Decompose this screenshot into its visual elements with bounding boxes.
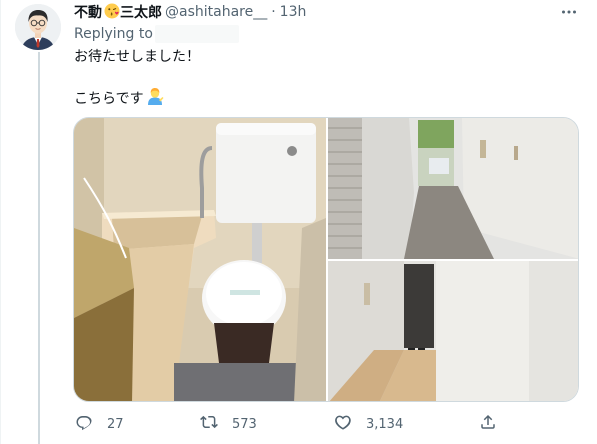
media-image-hallway[interactable]	[328, 261, 579, 402]
avatar[interactable]	[15, 4, 61, 50]
replying-to: Replying to	[74, 24, 239, 44]
display-name-suffix[interactable]: 三太郎	[120, 5, 162, 21]
share-icon[interactable]	[479, 413, 497, 435]
display-name[interactable]: 不動 三太郎	[74, 2, 162, 22]
timestamp[interactable]: 13h	[280, 4, 307, 20]
more-icon[interactable]	[561, 4, 577, 20]
like-count: 3,134	[366, 416, 404, 432]
replying-label: Replying to	[74, 26, 153, 42]
handle[interactable]: @ashitahare__	[165, 4, 267, 20]
like-icon[interactable]	[334, 413, 352, 435]
column-border	[0, 0, 1, 444]
tweet-text: お待たせしました！ こちらです	[74, 47, 200, 111]
media-image-corridor[interactable]	[328, 118, 579, 259]
reply-button[interactable]: 27	[75, 412, 124, 436]
retweet-count: 573	[232, 416, 257, 432]
like-button[interactable]: 3,134	[334, 412, 403, 436]
kissing-face-emoji-icon	[104, 3, 120, 21]
separator-dot: ·	[271, 4, 276, 20]
reply-count: 27	[107, 416, 124, 432]
redacted-mention	[154, 25, 239, 43]
tweet-actions: 27 573 3,134	[72, 412, 512, 436]
share-button[interactable]	[479, 412, 497, 436]
tweet-text-line: こちらです	[74, 91, 144, 107]
retweet-icon[interactable]	[200, 413, 218, 435]
tweet-text-line: お待たせしました！	[74, 49, 200, 65]
thread-line	[38, 52, 40, 444]
person-tipping-hand-emoji-icon	[146, 87, 164, 111]
retweet-button[interactable]: 573	[200, 412, 257, 436]
media-grid[interactable]	[73, 117, 579, 402]
media-image-bathroom[interactable]	[74, 118, 326, 402]
tweet-header: 不動 三太郎 @ashitahare__ · 13h	[74, 2, 306, 22]
display-name-text[interactable]: 不動	[74, 5, 102, 21]
reply-icon[interactable]	[75, 413, 93, 435]
